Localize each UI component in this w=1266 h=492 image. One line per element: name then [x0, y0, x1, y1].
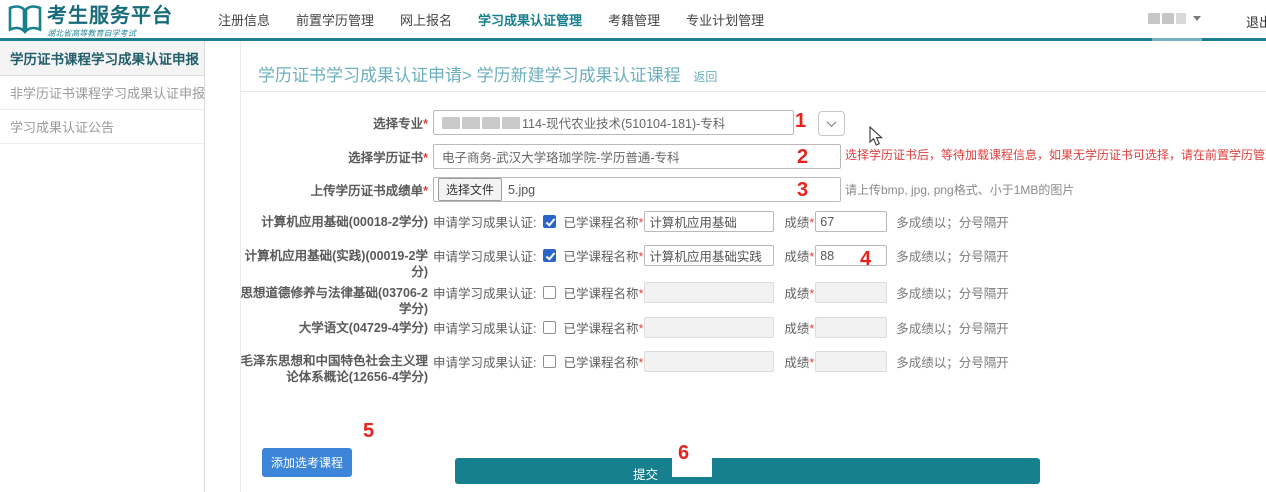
sidebar-item-cert-announcement[interactable]: 学习成果认证公告: [0, 110, 204, 144]
breadcrumb-sep: >: [462, 66, 472, 85]
course-label: 思想道德修养与法律基础(03706-2学分): [240, 285, 428, 317]
nav-register-info[interactable]: 注册信息: [218, 10, 270, 29]
course-checkbox[interactable]: [543, 249, 556, 262]
chevron-down-icon: [827, 117, 837, 127]
course-name-input[interactable]: [644, 282, 774, 303]
annotation-3: 3: [797, 179, 808, 202]
back-link[interactable]: 返回: [693, 70, 717, 84]
breadcrumb-parent: 学历证书学习成果认证申请: [258, 66, 462, 85]
course-name-input[interactable]: [644, 245, 774, 266]
course-label: 计算机应用基础(00018-2学分): [240, 214, 428, 230]
nav-prior-education[interactable]: 前置学历管理: [296, 10, 374, 29]
sidebar: 学历证书课程学习成果认证申报 非学历证书课程学习成果认证申报 学习成果认证公告: [0, 41, 205, 492]
nav-online-registration[interactable]: 网上报名: [400, 10, 452, 29]
uploaded-filename: 5.jpg: [508, 183, 535, 197]
course-name-input[interactable]: [644, 211, 774, 232]
course-checkbox[interactable]: [543, 321, 556, 334]
course-score-input[interactable]: [815, 317, 887, 338]
nav-major-plan[interactable]: 专业计划管理: [686, 10, 764, 29]
major-dropdown-button[interactable]: [818, 111, 845, 136]
course-score-input[interactable]: [815, 245, 887, 266]
course-checkbox[interactable]: [543, 215, 556, 228]
username-redacted: [1148, 13, 1160, 24]
course-row: 申请学习成果认证: 已学课程名称* 成绩* 多成绩以；分号隔开: [433, 351, 1009, 372]
user-menu[interactable]: [1148, 13, 1201, 24]
course-score-input[interactable]: [815, 211, 887, 232]
choose-file-button[interactable]: 选择文件: [438, 178, 502, 201]
course-name-input[interactable]: [644, 317, 774, 338]
annotation-2: 2: [797, 146, 808, 169]
username-redacted: [1176, 13, 1186, 24]
nav-exam-status[interactable]: 考籍管理: [608, 10, 660, 29]
course-row: 申请学习成果认证: 已学课程名称* 成绩* 多成绩以；分号隔开: [433, 282, 1009, 303]
upload-transcript-label: 上传学历证书成绩单*: [240, 183, 428, 199]
select-certificate-label: 选择学历证书*: [240, 150, 428, 166]
annotation-4: 4: [860, 248, 871, 271]
logo: 考生服务平台 湖北省高等教育自学考试: [8, 5, 173, 39]
chevron-down-icon: [1193, 16, 1201, 21]
username-redacted: [1162, 13, 1174, 24]
app-subtitle: 湖北省高等教育自学考试: [47, 27, 167, 38]
annotation-5: 5: [363, 420, 374, 443]
add-elective-course-button[interactable]: 添加选考课程: [262, 448, 352, 477]
course-name-input[interactable]: [644, 351, 774, 372]
certificate-value: 电子商务-武汉大学珞珈学院-学历普通-专科: [434, 147, 680, 166]
major-value: 114-现代农业技术(510104-181)-专科: [522, 113, 725, 132]
page-title: 学历新建学习成果认证课程: [477, 66, 681, 85]
annotation-1: 1: [795, 110, 806, 133]
course-row: 申请学习成果认证: 已学课程名称* 成绩* 多成绩以；分号隔开: [433, 245, 1009, 266]
title-divider: [241, 91, 1266, 92]
header: 考生服务平台 湖北省高等教育自学考试 注册信息 前置学历管理 网上报名 学习成果…: [0, 0, 1266, 38]
major-redacted: [442, 117, 520, 129]
major-select[interactable]: 114-现代农业技术(510104-181)-专科: [433, 110, 794, 135]
course-label: 毛泽东思想和中国特色社会主义理论体系概论(12656-4学分): [240, 353, 428, 385]
mouse-cursor-icon: [869, 126, 884, 147]
open-book-icon: [8, 5, 42, 35]
breadcrumb: 学历证书学习成果认证申请> 学历新建学习成果认证课程 返回: [258, 61, 717, 86]
nav-learning-outcome-cert[interactable]: 学习成果认证管理: [478, 10, 582, 29]
upload-hint: 请上传bmp, jpg, png格式、小于1MB的图片: [845, 181, 1074, 198]
page: 考生服务平台 湖北省高等教育自学考试 注册信息 前置学历管理 网上报名 学习成果…: [0, 0, 1266, 492]
app-title: 考生服务平台: [47, 5, 173, 27]
sidebar-item-nondegree-cert-apply[interactable]: 非学历证书课程学习成果认证申报: [0, 76, 204, 110]
course-label: 大学语文(04729-4学分): [240, 320, 428, 336]
course-score-input[interactable]: [815, 282, 887, 303]
sidebar-item-degree-cert-apply[interactable]: 学历证书课程学习成果认证申报: [0, 41, 204, 76]
course-row: 申请学习成果认证: 已学课程名称* 成绩* 多成绩以；分号隔开: [433, 211, 1009, 232]
logout-link[interactable]: 退出: [1246, 12, 1266, 31]
certificate-select[interactable]: 电子商务-武汉大学珞珈学院-学历普通-专科: [433, 144, 841, 169]
course-checkbox[interactable]: [543, 286, 556, 299]
certificate-hint: 选择学历证书后，等待加载课程信息，如果无学历证书可选择，请在前置学历管理中维护学…: [845, 146, 1266, 163]
annotation-6: 6: [678, 442, 689, 465]
course-label: 计算机应用基础(实践)(00019-2学分): [240, 248, 428, 280]
submit-button[interactable]: 提交: [455, 458, 1040, 484]
header-divider-highlight: [1152, 38, 1202, 41]
course-checkbox[interactable]: [543, 355, 556, 368]
upload-field: 选择文件 5.jpg: [433, 177, 841, 202]
select-major-label: 选择专业*: [240, 116, 428, 132]
course-row: 申请学习成果认证: 已学课程名称* 成绩* 多成绩以；分号隔开: [433, 317, 1009, 338]
top-nav: 注册信息 前置学历管理 网上报名 学习成果认证管理 考籍管理 专业计划管理: [206, 0, 764, 38]
course-score-input[interactable]: [815, 351, 887, 372]
submit-label: 提交: [633, 464, 658, 483]
